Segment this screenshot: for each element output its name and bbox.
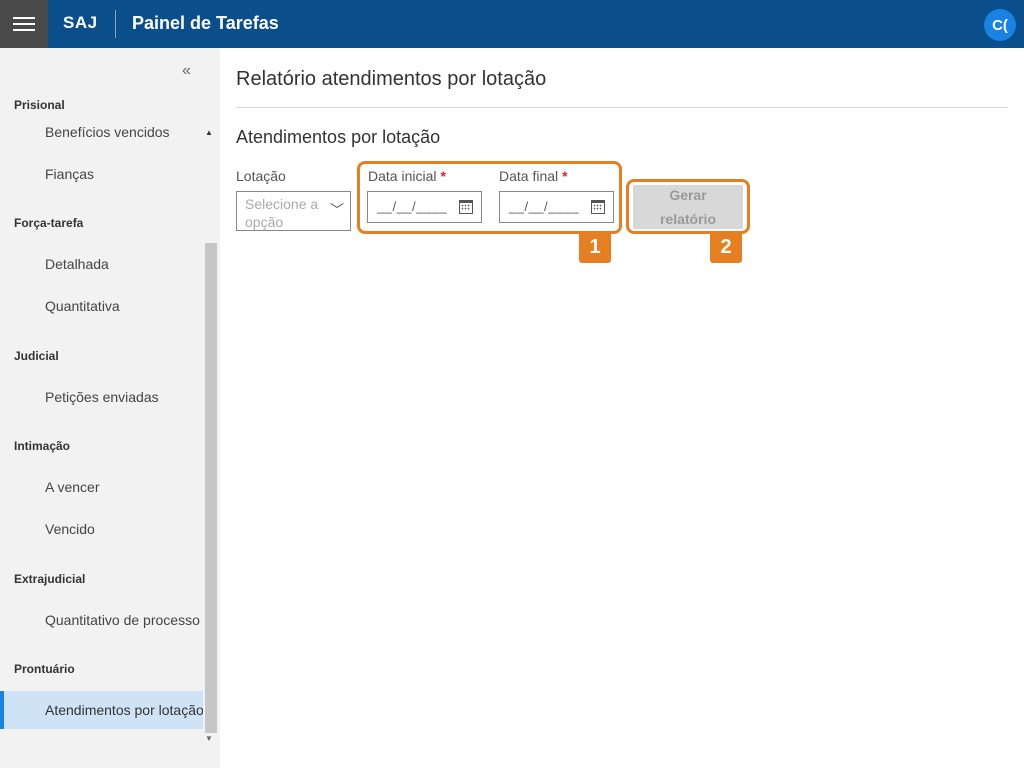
app-title: Painel de Tarefas [132,13,279,33]
section-title: Atendimentos por lotação [236,127,441,147]
lotacao-label: Lotação [236,168,286,184]
header-divider [115,10,116,38]
annotation-box-2 [626,179,750,234]
title-divider [236,107,1008,108]
lotacao-placeholder: Selecione a opção [245,196,319,230]
annotation-badge-1: 1 [579,231,611,263]
page-title: Relatório atendimentos por lotação [236,68,547,90]
annotation-box-1 [357,161,622,234]
sidebar-item-fiancas[interactable]: Fianças [0,155,203,193]
sidebar-scrollbar-thumb[interactable] [205,243,217,733]
sidebar-item-quantitativa[interactable]: Quantitativa [0,287,203,325]
brand-logo[interactable]: SAJ [63,13,98,33]
sidebar-item-vencido[interactable]: Vencido [0,510,203,548]
lotacao-select[interactable]: Selecione a opção ﹀ [236,191,351,231]
top-bar: SAJ Painel de Tarefas C( [0,0,1024,48]
sidebar-item-atendimentos-por-lotacao[interactable]: Atendimentos por lotação [0,691,203,729]
nav-section-judicial: Judicial [14,349,59,363]
sidebar-item-beneficios-vencidos[interactable]: Benefícios vencidos [0,113,203,151]
sidebar-item-quantitativo-de-processo[interactable]: Quantitativo de processo [0,601,203,639]
chevron-down-icon: ﹀ [330,202,344,218]
annotation-badge-2: 2 [710,231,742,263]
scroll-down-arrow-icon[interactable]: ▼ [205,734,213,743]
nav-section-intimacao: Intimação [14,439,71,453]
nav-section-forca-tarefa: Força-tarefa [14,216,84,230]
scroll-up-arrow-icon[interactable]: ▲ [205,128,213,137]
sidebar-item-detalhada[interactable]: Detalhada [0,245,203,283]
sidebar-item-a-vencer[interactable]: A vencer [0,468,203,506]
nav-section-prontuario: Prontuário [14,662,75,676]
sidebar: « Prisional Benefícios vencidos Fianças … [0,48,220,768]
sidebar-item-peticoes-enviadas[interactable]: Petições enviadas [0,378,203,416]
nav-section-extrajudicial: Extrajudicial [14,572,86,586]
hamburger-menu-icon[interactable] [0,0,48,48]
nav-section-prisional: Prisional [14,98,65,112]
collapse-sidebar-icon[interactable]: « [182,62,191,80]
user-avatar[interactable]: C( [984,9,1016,41]
